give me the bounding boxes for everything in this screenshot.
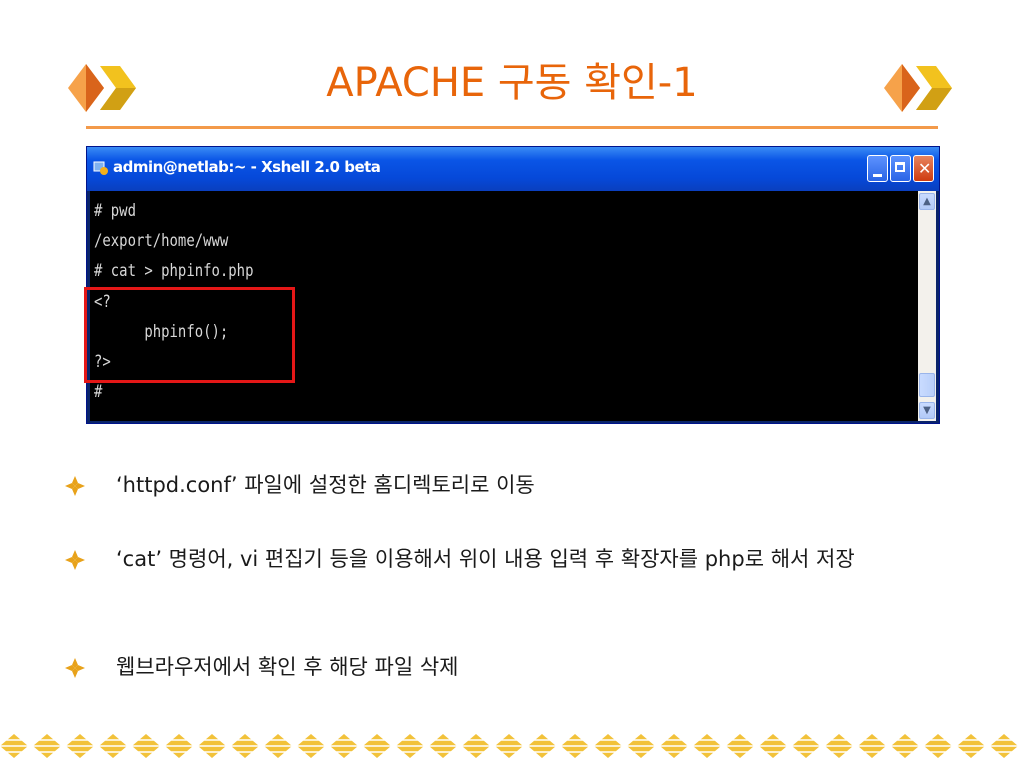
bullet-text: ‘httpd.conf’ 파일에 설정한 홈디렉토리로 이동 — [116, 473, 535, 497]
minimize-button[interactable] — [867, 155, 888, 182]
window-title: admin@netlab:~ - Xshell 2.0 beta — [113, 158, 381, 176]
maximize-button[interactable] — [890, 155, 911, 182]
vertical-scrollbar[interactable]: ▲ ▼ — [918, 191, 936, 421]
minimize-icon — [873, 174, 882, 177]
code-highlight-box — [84, 287, 295, 383]
terminal-line: # cat > phpinfo.php — [94, 261, 254, 281]
bullet-text: ‘cat’ 명령어, vi 편집기 등을 이용해서 위이 내용 입력 후 확장자… — [116, 547, 855, 571]
scroll-down-button[interactable]: ▼ — [919, 402, 935, 419]
decorative-diamond-border — [0, 734, 1018, 758]
maximize-icon — [895, 162, 905, 172]
bullet-text: 웹브라우저에서 확인 후 해당 파일 삭제 — [116, 655, 459, 679]
terminal-line: /export/home/www — [94, 231, 229, 251]
terminal-line: # pwd — [94, 201, 136, 221]
close-icon: ✕ — [918, 159, 932, 178]
xshell-app-icon — [93, 161, 108, 175]
diamond-bullet-icon — [65, 658, 85, 678]
window-titlebar[interactable]: admin@netlab:~ - Xshell 2.0 beta ✕ — [87, 147, 939, 191]
diamond-bullet-icon — [65, 550, 85, 570]
diamond-bullet-icon — [65, 476, 85, 496]
close-button[interactable]: ✕ — [913, 155, 934, 182]
slide-title: APACHE 구동 확인-1 — [326, 60, 698, 106]
scroll-thumb[interactable] — [919, 373, 935, 397]
terminal-line: # — [94, 382, 103, 402]
title-divider — [86, 126, 938, 129]
scroll-up-button[interactable]: ▲ — [919, 193, 935, 210]
